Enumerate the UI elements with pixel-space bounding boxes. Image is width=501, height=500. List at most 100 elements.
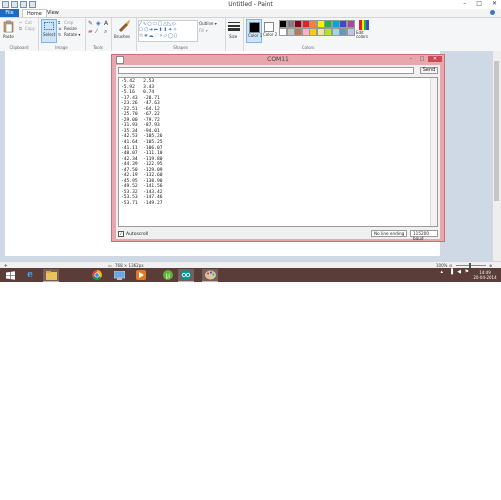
edit-colors-icon bbox=[359, 20, 369, 30]
serial-line: -44.39 -122.95 bbox=[121, 162, 163, 168]
line-size-icon[interactable] bbox=[228, 21, 240, 31]
color1-button[interactable]: Color 1 bbox=[246, 19, 262, 43]
serial-send-input[interactable] bbox=[118, 67, 414, 74]
select-icon bbox=[44, 22, 54, 30]
folder-icon bbox=[45, 270, 57, 280]
rotate-button[interactable]: Rotate ▾ bbox=[64, 32, 80, 37]
media-player-icon bbox=[136, 270, 146, 280]
color-picker-icon[interactable]: ⁄ bbox=[96, 28, 97, 35]
autoscroll-label: Autoscroll bbox=[126, 231, 149, 237]
scissors-icon: ✂ bbox=[19, 20, 23, 25]
taskbar-arduino[interactable] bbox=[178, 269, 194, 282]
tools-group: ✎ ◈ A ▰ ⁄ ⌕ Tools bbox=[85, 18, 112, 51]
crop-button[interactable]: Crop bbox=[64, 20, 73, 25]
taskbar-file-explorer[interactable] bbox=[43, 269, 59, 282]
rotate-icon: ↻ bbox=[58, 32, 62, 37]
serial-output-lines: -5.42 2.53 -5.92 3.43 -5.16 0.74 -17.43 -20… bbox=[121, 79, 163, 207]
autoscroll-checkbox[interactable]: ✓ Autoscroll bbox=[118, 231, 148, 237]
serial-minimize-icon[interactable]: – bbox=[406, 56, 416, 62]
crop-icon: ⌗ bbox=[58, 20, 61, 25]
line-ending-select[interactable]: No line ending bbox=[371, 230, 407, 237]
maximize-icon[interactable]: □ bbox=[476, 1, 482, 7]
copy-button[interactable]: Copy bbox=[25, 26, 35, 31]
line-ending-value: No line ending bbox=[374, 231, 405, 236]
computer-icon bbox=[113, 270, 125, 280]
colors-group: Color 1 Color 2 Edit colors Colors bbox=[243, 18, 373, 51]
close-icon[interactable]: ✕ bbox=[492, 1, 497, 7]
tools-group-label: Tools bbox=[93, 45, 103, 50]
serial-output[interactable]: -5.42 2.53 -5.92 3.43 -5.16 0.74 -17.43 -20… bbox=[118, 77, 438, 227]
image-group-label: Image bbox=[55, 45, 68, 50]
palette-swatch[interactable] bbox=[346, 28, 355, 36]
baud-rate-select[interactable]: 115200 baud bbox=[410, 230, 438, 241]
color1-swatch bbox=[249, 22, 260, 33]
taskbar-chrome[interactable] bbox=[89, 269, 105, 281]
menu-file[interactable]: File bbox=[0, 9, 19, 17]
tray-up-arrow-icon[interactable]: ▴ bbox=[440, 270, 443, 275]
scrollbar-thumb[interactable] bbox=[494, 61, 499, 201]
taskbar-network[interactable] bbox=[111, 269, 127, 281]
minimize-icon[interactable]: – bbox=[463, 1, 466, 7]
internet-explorer-icon: e bbox=[27, 270, 33, 280]
shapes-row-3-icons: ✩✬☁♡⚡▱◯▯ bbox=[139, 33, 178, 39]
text-icon[interactable]: A bbox=[104, 20, 108, 27]
utorrent-icon: µ bbox=[163, 270, 173, 280]
resize-icon: ⇲ bbox=[58, 26, 62, 31]
paint-title: Untitled - Paint bbox=[228, 1, 273, 8]
taskbar-paint[interactable] bbox=[202, 269, 218, 282]
fill-bucket-icon[interactable]: ◈ bbox=[96, 20, 101, 27]
paint-menubar: File Home View bbox=[0, 9, 501, 17]
size-button[interactable]: Size bbox=[229, 34, 237, 39]
serial-footer: ✓ Autoscroll No line ending 115200 baud bbox=[116, 229, 440, 241]
magnifier-icon[interactable]: ⌕ bbox=[104, 28, 107, 36]
tab-view[interactable]: View bbox=[43, 9, 63, 17]
eraser-icon[interactable]: ▰ bbox=[88, 28, 93, 35]
zoom-slider[interactable] bbox=[456, 265, 486, 266]
arduino-icon bbox=[181, 270, 191, 280]
shapes-gallery[interactable]: ╱∿○▭▢△◺◇ ⬠⬡➔⬅⬆⬇✦✧ ✩✬☁♡⚡▱◯▯ bbox=[138, 20, 198, 42]
serial-close-icon[interactable]: ✕ bbox=[428, 56, 442, 62]
serial-window-controls: – □ ✕ bbox=[406, 56, 442, 62]
serial-maximize-icon[interactable]: □ bbox=[417, 56, 427, 62]
taskbar-utorrent[interactable]: µ bbox=[160, 269, 176, 281]
serial-line: -23.26 -47.63 bbox=[121, 101, 160, 107]
volume-tray-icon[interactable]: ◀ bbox=[457, 270, 461, 275]
taskbar-internet-explorer[interactable]: e bbox=[22, 269, 38, 281]
edit-colors-button[interactable]: Edit colors bbox=[356, 19, 372, 41]
brushes-button[interactable]: Brushes bbox=[114, 34, 130, 39]
canvas-vertical-scrollbar[interactable] bbox=[492, 51, 501, 261]
pencil-icon[interactable]: ✎ bbox=[88, 20, 93, 27]
cut-button[interactable]: Cut bbox=[25, 20, 32, 25]
paste-button[interactable]: Paste bbox=[3, 34, 14, 39]
select-button[interactable]: Select bbox=[41, 19, 57, 43]
color2-swatch bbox=[264, 22, 274, 32]
color2-button[interactable]: Color 2 bbox=[262, 19, 277, 41]
clipboard-group-label: Clipboard bbox=[9, 45, 29, 50]
flag-tray-icon[interactable]: ⚑ bbox=[465, 270, 469, 275]
fill-button[interactable]: Fill ▾ bbox=[199, 28, 208, 33]
paint-ribbon: Paste ✂ Cut ⧉ Copy Clipboard Select ⌗ Cr… bbox=[0, 17, 501, 52]
select-label: Select bbox=[43, 32, 56, 37]
outline-button[interactable]: Outline ▾ bbox=[199, 21, 217, 26]
palette-swatch[interactable] bbox=[346, 20, 355, 28]
network-tray-icon[interactable]: ▐ bbox=[449, 270, 453, 275]
windows-taskbar: e µ ▴ ▐ ◀ ⚑ 14:49 20-04-2014 bbox=[0, 268, 501, 282]
size-group: Size bbox=[225, 18, 244, 51]
resize-button[interactable]: Resize bbox=[64, 26, 77, 31]
windows-logo-icon bbox=[5, 270, 15, 280]
help-icon[interactable] bbox=[490, 10, 495, 15]
paste-icon[interactable] bbox=[3, 20, 14, 33]
send-button[interactable]: Send bbox=[420, 67, 438, 74]
serial-line: -53.71 -149.27 bbox=[121, 201, 163, 207]
clock-date: 20-04-2014 bbox=[473, 275, 497, 280]
image-group: Select ⌗ Crop ⇲ Resize ↻ Rotate ▾ Image bbox=[38, 18, 86, 51]
paint-titlebar: Untitled - Paint – □ ✕ bbox=[0, 0, 501, 9]
start-button[interactable] bbox=[2, 269, 18, 281]
serial-output-scrollbar[interactable] bbox=[430, 78, 437, 226]
serial-body: Send -5.42 2.53 -5.92 3.43 -5.16 0.74 -17.4… bbox=[116, 65, 440, 241]
color1-label: Color 1 bbox=[248, 33, 263, 38]
brush-icon[interactable] bbox=[117, 19, 130, 32]
taskbar-media-player[interactable] bbox=[133, 269, 149, 281]
clock[interactable]: 14:49 20-04-2014 bbox=[473, 270, 497, 280]
shapes-group-label: Shapes bbox=[173, 45, 188, 50]
